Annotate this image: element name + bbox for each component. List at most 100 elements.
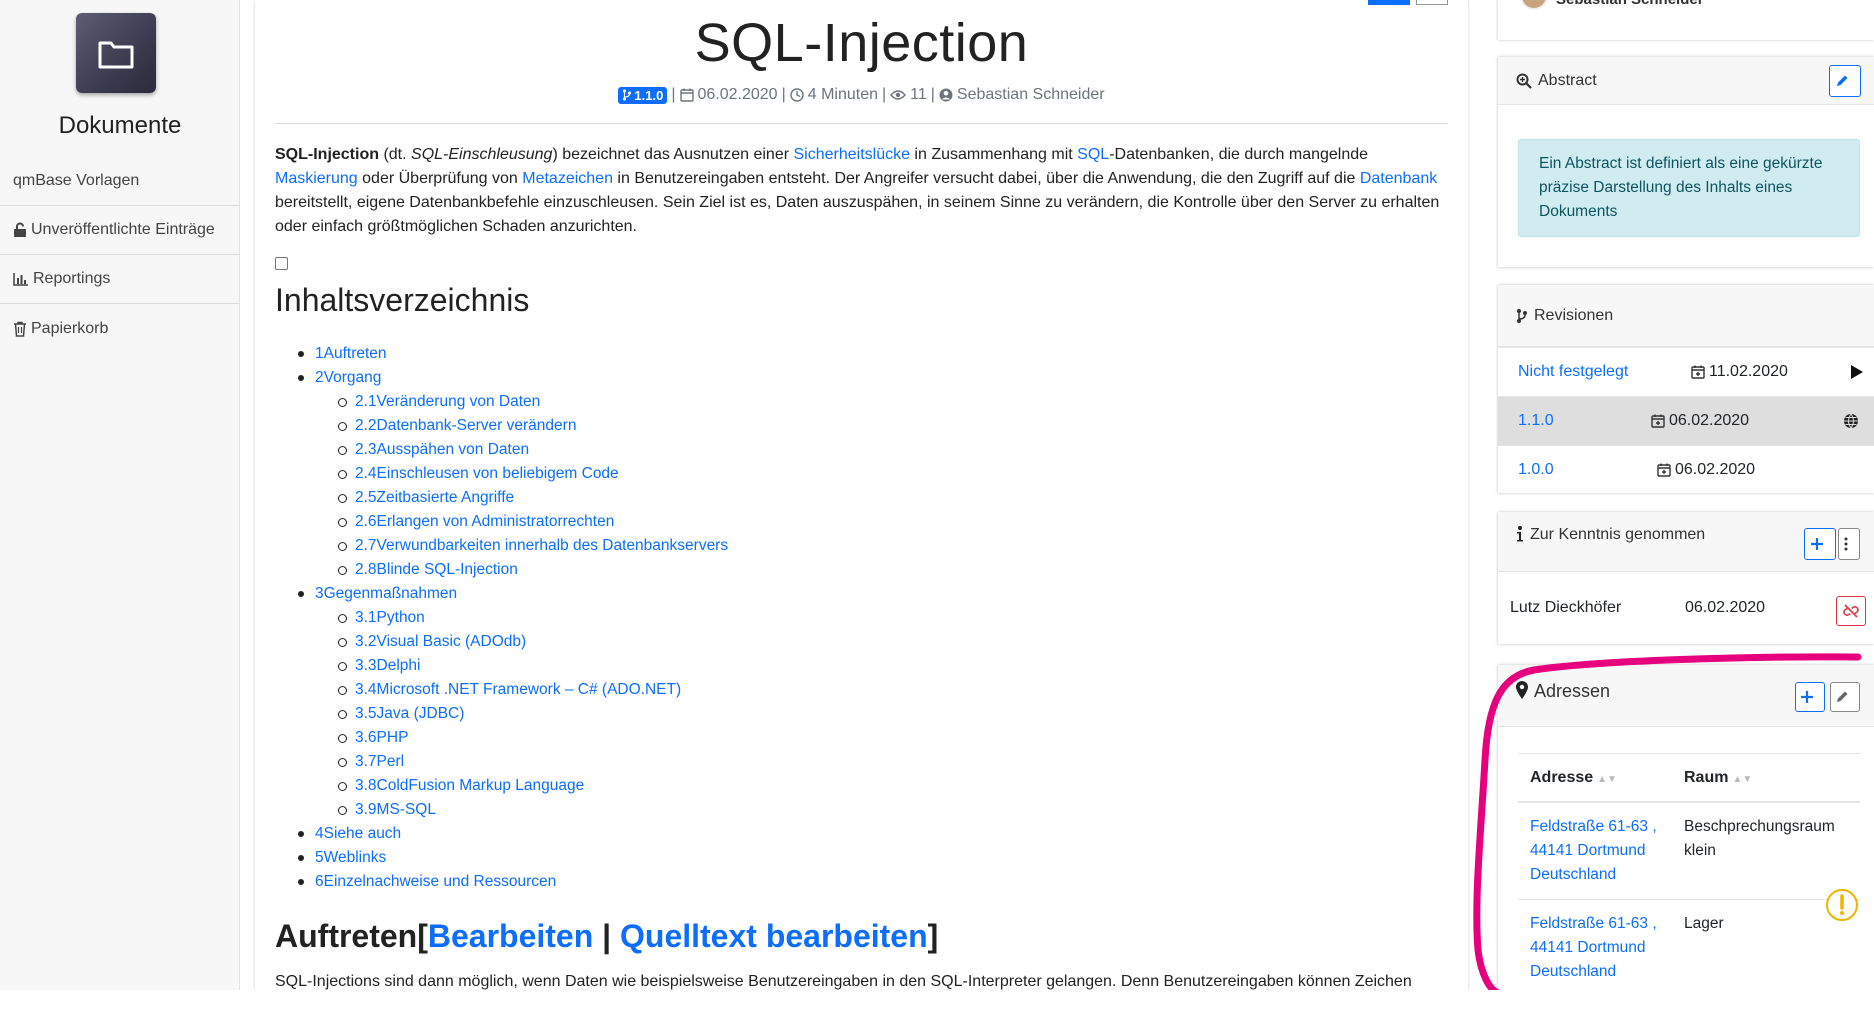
warning-icon[interactable] — [1825, 888, 1859, 922]
play-icon[interactable] — [1850, 364, 1864, 380]
abstract-card: Abstract Ein Abstract ist definiert als … — [1498, 57, 1874, 267]
address-cell[interactable]: Feldstraße 61-63 , 44141 Dortmund Deutsc… — [1518, 815, 1684, 887]
toc-subitem: 3.9MS-SQL — [338, 798, 1448, 822]
acknowledged-date: 06.02.2020 — [1685, 599, 1766, 616]
toc-link[interactable]: 3.1Python — [355, 609, 425, 626]
sidebar-nav: qmBase Vorlagen Unveröffentlichte Einträ… — [0, 157, 240, 353]
toc-link[interactable]: 3.6PHP — [355, 729, 408, 746]
toc-subitem: 3.5Java (JDBC) — [338, 702, 1448, 726]
address-line[interactable]: Deutschland — [1530, 960, 1684, 984]
toolbar-button-primary[interactable] — [1368, 0, 1410, 5]
toc-item: 3Gegenmaßnahmen 3.1Python 3.2Visual Basi… — [298, 582, 1448, 822]
revision-version[interactable]: 1.0.0 — [1518, 461, 1554, 479]
toc-link[interactable]: 3Gegenmaßnahmen — [315, 585, 457, 602]
section-heading-auftreten: Auftreten[Bearbeiten | Quelltext bearbei… — [275, 916, 1448, 956]
add-address-button[interactable] — [1795, 682, 1825, 712]
toc-link[interactable]: 3.4Microsoft .NET Framework – C# (ADO.NE… — [355, 681, 681, 698]
toc-subitem: 2.5Zeitbasierte Angriffe — [338, 486, 1448, 510]
address-line[interactable]: 44141 Dortmund — [1530, 936, 1684, 960]
toc-toggle-checkbox[interactable] — [275, 257, 288, 270]
column-header-address[interactable]: Adresse ▲▼ — [1518, 769, 1684, 787]
toc-link[interactable]: 5Weblinks — [315, 849, 386, 866]
meta-separator: | — [781, 86, 786, 103]
toc-link[interactable]: 2.8Blinde SQL-Injection — [355, 561, 518, 578]
toc-link[interactable]: 3.3Delphi — [355, 657, 421, 674]
section-text: SQL-Injections sind dann möglich, wenn D… — [275, 973, 1412, 990]
toc-link[interactable]: 2Vorgang — [315, 369, 381, 386]
addresses-title: Adressen — [1534, 681, 1611, 701]
toc-link[interactable]: 1Auftreten — [315, 345, 387, 362]
link-metazeichen[interactable]: Metazeichen — [522, 170, 613, 187]
toc-link[interactable]: 3.7Perl — [355, 753, 404, 770]
bar-chart-icon — [13, 273, 28, 286]
link-sql[interactable]: SQL — [1077, 146, 1109, 163]
column-header-room[interactable]: Raum ▲▼ — [1684, 769, 1752, 787]
toc-link[interactable]: 2.1Veränderung von Daten — [355, 393, 540, 410]
toc-link[interactable]: 2.4Einschleusen von beliebigem Code — [355, 465, 619, 482]
more-options-button[interactable] — [1838, 528, 1860, 560]
edit-abstract-button[interactable] — [1829, 65, 1861, 97]
sidebar-item-reportings[interactable]: Reportings — [0, 255, 240, 304]
revisions-title: Revisionen — [1534, 306, 1614, 324]
edit-addresses-button[interactable] — [1830, 682, 1860, 712]
toc-item: 1Auftreten — [298, 342, 1448, 366]
revision-version[interactable]: 1.1.0 — [1518, 412, 1554, 430]
room-line: klein — [1684, 842, 1716, 859]
edit-link[interactable]: Bearbeiten — [428, 918, 593, 954]
toc-item: 5Weblinks — [298, 846, 1448, 870]
toc-link[interactable]: 3.5Java (JDBC) — [355, 705, 464, 722]
toc-sublist: 3.1Python 3.2Visual Basic (ADOdb) 3.3Del… — [315, 606, 1448, 822]
revision-row[interactable]: Nicht festgelegt 11.02.2020 — [1498, 347, 1874, 396]
more-vertical-icon — [1844, 537, 1848, 551]
toc-link[interactable]: 2.5Zeitbasierte Angriffe — [355, 489, 514, 506]
toc-link[interactable]: 4Siehe auch — [315, 825, 401, 842]
sidebar-item-templates[interactable]: qmBase Vorlagen — [0, 157, 240, 206]
author-name: Sebastian Schneider — [956, 86, 1105, 103]
document-meta: 1.1.0 | 06.02.2020 | 4 Minuten | 11 | Se… — [255, 86, 1468, 104]
revision-row[interactable]: 1.1.0 06.02.2020 — [1498, 396, 1874, 445]
room-cell: Lager — [1684, 912, 1724, 984]
address-line[interactable]: 44141 Dortmund — [1530, 839, 1684, 863]
address-line[interactable]: Deutschland — [1530, 863, 1684, 887]
toc-link[interactable]: 2.3Ausspähen von Daten — [355, 441, 529, 458]
calendar-plus-icon — [1657, 463, 1671, 477]
toc-sublist: 2.1Veränderung von Daten 2.2Datenbank-Se… — [315, 390, 1448, 582]
address-cell[interactable]: Feldstraße 61-63 , 44141 Dortmund Deutsc… — [1518, 912, 1684, 984]
meta-separator: | — [671, 86, 676, 103]
address-line[interactable]: Feldstraße 61-63 , — [1530, 815, 1684, 839]
link-datenbank[interactable]: Datenbank — [1360, 170, 1437, 187]
pencil-icon — [1837, 691, 1848, 702]
plus-icon — [1801, 691, 1813, 703]
acknowledged-header: Zur Kenntnis genommen — [1498, 512, 1874, 572]
sidebar-item-unpublished[interactable]: Unveröffentlichte Einträge — [0, 206, 240, 255]
address-line[interactable]: Feldstraße 61-63 , — [1530, 912, 1684, 936]
sort-icon: ▲▼ — [1597, 773, 1617, 785]
toolbar-button-secondary[interactable] — [1416, 0, 1448, 5]
search-icon — [1516, 73, 1532, 89]
toc-link[interactable]: 2.2Datenbank-Server verändern — [355, 417, 576, 434]
link-sicherheitsluecke[interactable]: Sicherheitslücke — [793, 146, 910, 163]
toc-subitem: 3.6PHP — [338, 726, 1448, 750]
globe-icon[interactable] — [1843, 413, 1859, 429]
add-acknowledgement-button[interactable] — [1804, 528, 1836, 560]
user-name[interactable]: Sebastian Schneider — [1556, 0, 1704, 8]
toc-link[interactable]: 6Einzelnachweise und Ressourcen — [315, 873, 556, 890]
remove-acknowledgement-button[interactable] — [1836, 596, 1866, 626]
toc-link[interactable]: 2.6Erlangen von Administratorrechten — [355, 513, 614, 530]
sidebar-item-trash[interactable]: Papierkorb — [0, 304, 240, 353]
avatar[interactable] — [1520, 0, 1548, 10]
meta-separator: | — [882, 86, 887, 103]
toc-item: 6Einzelnachweise und Ressourcen — [298, 870, 1448, 894]
sidebar-item-label: qmBase Vorlagen — [13, 172, 140, 189]
page-title: SQL-Injection — [694, 13, 1029, 73]
link-maskierung[interactable]: Maskierung — [275, 170, 358, 187]
revision-row[interactable]: 1.0.0 06.02.2020 — [1498, 445, 1874, 494]
toc-link[interactable]: 3.2Visual Basic (ADOdb) — [355, 633, 526, 650]
toc-link[interactable]: 3.8ColdFusion Markup Language — [355, 777, 584, 794]
toc-subitem: 2.4Einschleusen von beliebigem Code — [338, 462, 1448, 486]
toc-link[interactable]: 3.9MS-SQL — [355, 801, 436, 818]
revision-version[interactable]: Nicht festgelegt — [1518, 363, 1628, 381]
intro-paragraph: SQL-Injection (dt. SQL-Einschleusung) be… — [275, 143, 1448, 239]
edit-source-link[interactable]: Quelltext bearbeiten — [620, 918, 928, 954]
toc-link[interactable]: 2.7Verwundbarkeiten innerhalb des Datenb… — [355, 537, 728, 554]
